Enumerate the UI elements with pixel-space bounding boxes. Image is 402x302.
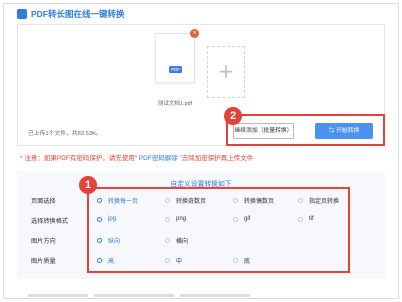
- pdf-icon: [17, 9, 27, 19]
- close-icon[interactable]: ×: [190, 29, 199, 38]
- annotation-badge-2: 2: [224, 107, 242, 125]
- pdf-unlock-link[interactable]: “ PDF密码解除 ”: [135, 155, 182, 162]
- file-name: 测试文档1.pdf: [157, 101, 193, 107]
- file-thumbnail[interactable]: PDF: [155, 33, 195, 83]
- notice-suffix: 去除加密保护再上传文件: [181, 155, 254, 162]
- setting-label: 页面选择: [31, 198, 56, 205]
- cut-off-text: [28, 293, 288, 299]
- setting-label: 图片方向: [31, 238, 56, 245]
- annotation-badge-1: 1: [79, 176, 97, 194]
- page-title: PDF转长图在线一键转换: [31, 9, 125, 19]
- add-file-button[interactable]: +: [207, 46, 245, 98]
- setting-label: 选择转换格式: [31, 218, 69, 225]
- plus-icon: +: [217, 59, 235, 83]
- notice-text: * 注意：如果PDF有密码保护，请先使用“ PDF密码解除 ”去除加密保护再上传…: [20, 152, 253, 162]
- annotation-box-2: [226, 114, 385, 146]
- setting-label: 图片质量: [31, 258, 56, 265]
- notice-prefix: 注意：如果PDF有密码保护，请先使用: [24, 155, 135, 162]
- upload-status-text: 已上传1个文件，共83.53K。: [28, 131, 102, 137]
- pdf-file-icon: PDF: [169, 66, 182, 73]
- annotation-box-1: [87, 187, 350, 273]
